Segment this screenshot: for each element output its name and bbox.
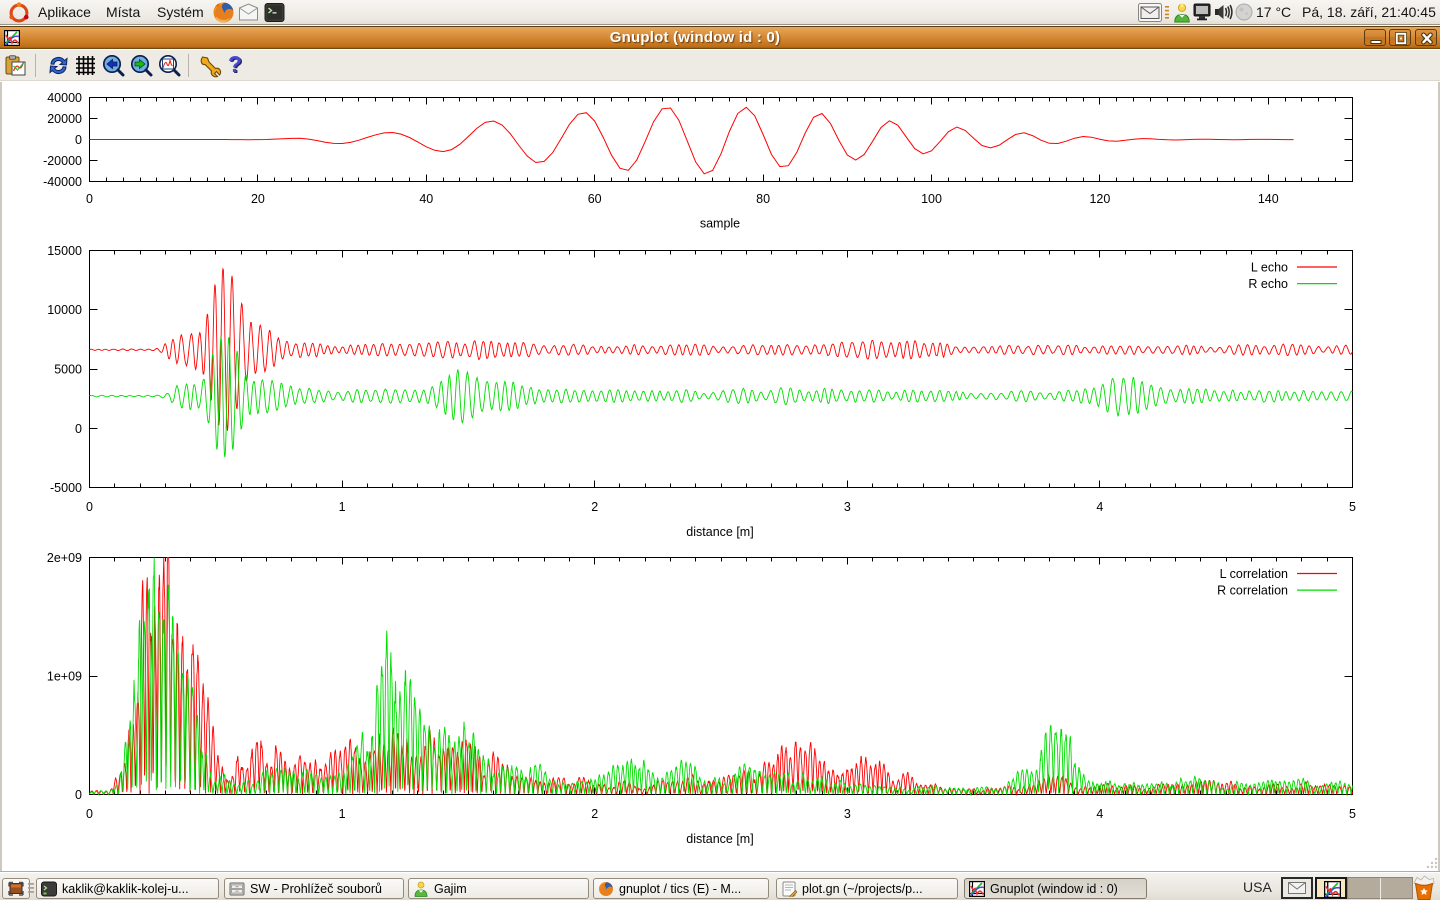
svg-text:2e+09: 2e+09 (47, 551, 82, 565)
svg-text:sample: sample (700, 217, 740, 231)
svg-text:-5000: -5000 (50, 481, 82, 495)
svg-text:100: 100 (921, 192, 942, 206)
svg-text:distance [m]: distance [m] (686, 525, 753, 539)
svg-text:0: 0 (86, 500, 93, 514)
svg-text:60: 60 (588, 192, 602, 206)
svg-text:0: 0 (86, 807, 93, 821)
svg-text:0: 0 (75, 788, 82, 802)
svg-text:15000: 15000 (47, 244, 82, 258)
svg-text:distance [m]: distance [m] (686, 832, 753, 846)
svg-text:20000: 20000 (47, 112, 82, 126)
svg-text:5: 5 (1349, 500, 1356, 514)
svg-text:140: 140 (1258, 192, 1279, 206)
svg-text:0: 0 (86, 192, 93, 206)
svg-text:R echo: R echo (1248, 277, 1288, 291)
svg-text:1e+09: 1e+09 (47, 670, 82, 684)
svg-text:3: 3 (844, 500, 851, 514)
svg-text:L correlation: L correlation (1220, 567, 1288, 581)
svg-text:40: 40 (419, 192, 433, 206)
svg-text:5000: 5000 (54, 363, 82, 377)
svg-text:L echo: L echo (1251, 261, 1288, 275)
svg-text:40000: 40000 (47, 91, 82, 105)
svg-text:R correlation: R correlation (1217, 584, 1288, 598)
svg-text:5: 5 (1349, 807, 1356, 821)
svg-text:0: 0 (75, 422, 82, 436)
svg-text:3: 3 (844, 807, 851, 821)
svg-text:2: 2 (591, 500, 598, 514)
svg-text:20: 20 (251, 192, 265, 206)
svg-text:0: 0 (75, 133, 82, 147)
svg-text:1: 1 (339, 500, 346, 514)
svg-text:-20000: -20000 (43, 154, 82, 168)
svg-text:-40000: -40000 (43, 175, 82, 189)
svg-text:120: 120 (1089, 192, 1110, 206)
svg-text:1: 1 (339, 807, 346, 821)
svg-text:2: 2 (591, 807, 598, 821)
svg-text:4: 4 (1096, 807, 1103, 821)
svg-text:4: 4 (1096, 500, 1103, 514)
svg-text:80: 80 (756, 192, 770, 206)
svg-text:10000: 10000 (47, 303, 82, 317)
